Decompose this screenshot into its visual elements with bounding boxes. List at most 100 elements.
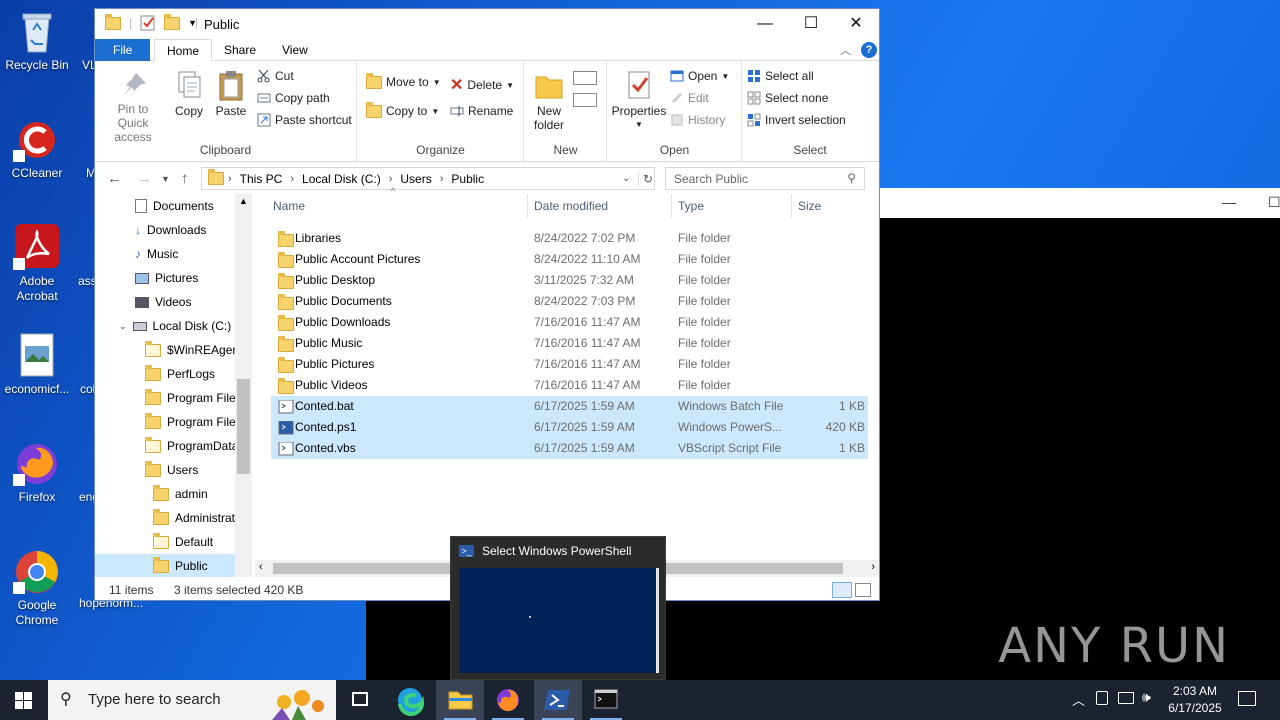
taskbar-edge[interactable]	[386, 680, 434, 720]
paste-shortcut-button[interactable]: Paste shortcut	[257, 113, 352, 127]
search-input[interactable]: Search Public ⚲	[665, 167, 865, 190]
copy-to-button[interactable]: Copy to ▼	[366, 101, 439, 118]
file-row[interactable]: Public Desktop 3/11/2025 7:32 AM File fold…	[271, 270, 868, 291]
nav-item-program-files[interactable]: Program Files	[145, 386, 242, 410]
file-row[interactable]: Libraries 8/24/2022 7:02 PM File folder	[271, 228, 868, 249]
breadcrumb-public[interactable]: Public	[451, 172, 484, 186]
file-row[interactable]: Public Documents 8/24/2022 7:03 PM File fo…	[271, 291, 868, 312]
file-row[interactable]: Conted.ps1 6/17/2025 1:59 AM Windows Power…	[271, 417, 868, 438]
nav-item-pictures[interactable]: Pictures	[135, 266, 198, 290]
scroll-left-icon[interactable]: ‹	[259, 561, 263, 573]
desktop-icon-vl[interactable]: VL	[74, 8, 94, 73]
maximize-icon[interactable]: ☐	[1268, 194, 1280, 211]
minimize-icon[interactable]: —	[1222, 194, 1236, 210]
easy-access-icon[interactable]	[573, 93, 597, 107]
taskbar-search-box[interactable]: ⚲ Type here to search	[48, 680, 336, 720]
new-folder-icon[interactable]	[164, 13, 181, 30]
nav-item-program-files-x86[interactable]: Program Files	[145, 410, 242, 434]
file-row[interactable]: Conted.vbs 6/17/2025 1:59 AM VBScript Scri…	[271, 438, 868, 459]
file-row[interactable]: Public Downloads 7/16/2016 11:47 AM File f…	[271, 312, 868, 333]
desktop-icon-recycle-bin[interactable]: Recycle Bin	[0, 8, 74, 73]
collapse-ribbon-icon[interactable]: ︿	[840, 42, 851, 58]
delete-button[interactable]: ✕ Delete ▼	[450, 75, 514, 95]
address-bar[interactable]: › This PC › Local Disk (C:) › Users › Pu…	[201, 167, 655, 190]
properties-check-icon[interactable]	[140, 15, 156, 31]
column-header-date[interactable]: Date modified	[534, 194, 608, 218]
taskbar-thumbnail-popup[interactable]: >_ Select Windows PowerShell	[450, 536, 666, 680]
address-dropdown-icon[interactable]: ⌄	[622, 173, 630, 184]
taskbar-firefox[interactable]	[484, 680, 532, 720]
open-button[interactable]: Open ▼	[670, 69, 729, 83]
desktop-icon-firefox[interactable]: Firefox	[0, 440, 74, 505]
scroll-right-icon[interactable]: ›	[871, 561, 875, 573]
nav-scrollbar[interactable]: ▲	[235, 194, 252, 577]
close-button[interactable]: ✕	[833, 9, 879, 39]
properties-button[interactable]: Properties ▼	[610, 69, 668, 132]
details-view-icon[interactable]	[832, 582, 852, 598]
new-folder-button[interactable]: New folder	[529, 69, 569, 132]
rename-button[interactable]: Rename	[450, 104, 513, 118]
show-hidden-icons-icon[interactable]: ︿	[1072, 690, 1085, 709]
nav-item-music[interactable]: ♪ Music	[135, 242, 178, 266]
breadcrumb-this-pc[interactable]: This PC	[240, 172, 283, 186]
notifications-icon[interactable]	[1238, 691, 1256, 706]
network-icon[interactable]	[1118, 692, 1134, 704]
taskbar-clock[interactable]: 2:03 AM 6/17/2025	[1162, 683, 1228, 717]
file-row[interactable]: Conted.bat 6/17/2025 1:59 AM Windows Batch…	[271, 396, 868, 417]
select-all-button[interactable]: Select all	[747, 69, 814, 83]
volume-icon[interactable]: 🕪	[1142, 689, 1151, 706]
file-row[interactable]: Public Music 7/16/2016 11:47 AM File folde…	[271, 333, 868, 354]
desktop-icon-eng[interactable]: eng	[74, 440, 94, 505]
taskbar-file-explorer[interactable]	[436, 680, 484, 720]
column-header-type[interactable]: Type	[678, 194, 704, 218]
nav-item-documents[interactable]: Documents	[135, 194, 214, 218]
forward-arrow-icon[interactable]: →	[137, 170, 152, 187]
file-row[interactable]: Public Videos 7/16/2016 11:47 AM File fold…	[271, 375, 868, 396]
explorer-titlebar[interactable]: | ▼ | Public — ☐ ✕	[95, 9, 879, 39]
network-security-icon[interactable]	[1096, 691, 1108, 705]
breadcrumb-local-disk[interactable]: Local Disk (C:)	[302, 172, 381, 186]
nav-item-videos[interactable]: Videos	[135, 290, 191, 314]
refresh-icon[interactable]: ↻	[638, 171, 653, 186]
start-button[interactable]	[0, 680, 48, 720]
nav-item-local-disk[interactable]: ⌄ Local Disk (C:)	[119, 314, 231, 338]
history-button[interactable]: History	[670, 113, 725, 127]
desktop-icon-col[interactable]: col	[74, 332, 94, 397]
large-icons-view-icon[interactable]	[855, 583, 871, 597]
copy-button[interactable]: Copy	[171, 69, 207, 118]
tab-home[interactable]: Home	[154, 39, 213, 62]
thumbnail-preview[interactable]	[459, 568, 659, 673]
nav-item-winreagent[interactable]: $WinREAgent	[145, 338, 242, 362]
nav-item-public[interactable]: Public	[95, 554, 235, 577]
file-explorer-window[interactable]: | ▼ | Public — ☐ ✕ File Home Share View …	[94, 8, 880, 601]
tab-file[interactable]: File	[95, 39, 151, 61]
nav-item-programdata[interactable]: ProgramData	[145, 434, 238, 458]
maximize-button[interactable]: ☐	[788, 9, 834, 39]
taskbar-powershell[interactable]	[534, 680, 582, 720]
recent-locations-icon[interactable]: ▼	[161, 174, 170, 184]
desktop-icon-economic-file[interactable]: economicf...	[0, 332, 74, 397]
desktop-icon-google-chrome[interactable]: Google Chrome	[0, 548, 74, 628]
breadcrumb-users[interactable]: Users	[400, 172, 431, 186]
desktop-icon-ccleaner[interactable]: CCleaner	[0, 116, 74, 181]
file-row[interactable]: Public Account Pictures 8/24/2022 11:10 A…	[271, 249, 868, 270]
column-header-size[interactable]: Size	[798, 194, 821, 218]
scroll-up-icon[interactable]: ▲	[239, 196, 248, 206]
column-header-name[interactable]: Name	[273, 194, 305, 218]
edit-button[interactable]: Edit	[670, 91, 709, 105]
invert-selection-button[interactable]: Invert selection	[747, 113, 846, 127]
minimize-button[interactable]: —	[742, 9, 788, 39]
nav-item-administrator[interactable]: Administrat	[153, 506, 235, 530]
paste-button[interactable]: Paste	[211, 69, 251, 118]
tab-share[interactable]: Share	[212, 39, 268, 61]
task-view-button[interactable]	[336, 680, 384, 720]
desktop-icon-m[interactable]: M	[74, 116, 94, 181]
file-row[interactable]: Public Pictures 7/16/2016 11:47 AM File fo…	[271, 354, 868, 375]
nav-item-downloads[interactable]: ↓ Downloads	[135, 218, 206, 242]
cut-button[interactable]: Cut	[257, 69, 294, 83]
copy-path-button[interactable]: Copy path	[257, 91, 330, 105]
tab-view[interactable]: View	[270, 39, 320, 61]
nav-item-users[interactable]: Users	[145, 458, 198, 482]
help-icon[interactable]: ?	[861, 42, 877, 58]
back-arrow-icon[interactable]: ←	[107, 170, 122, 187]
